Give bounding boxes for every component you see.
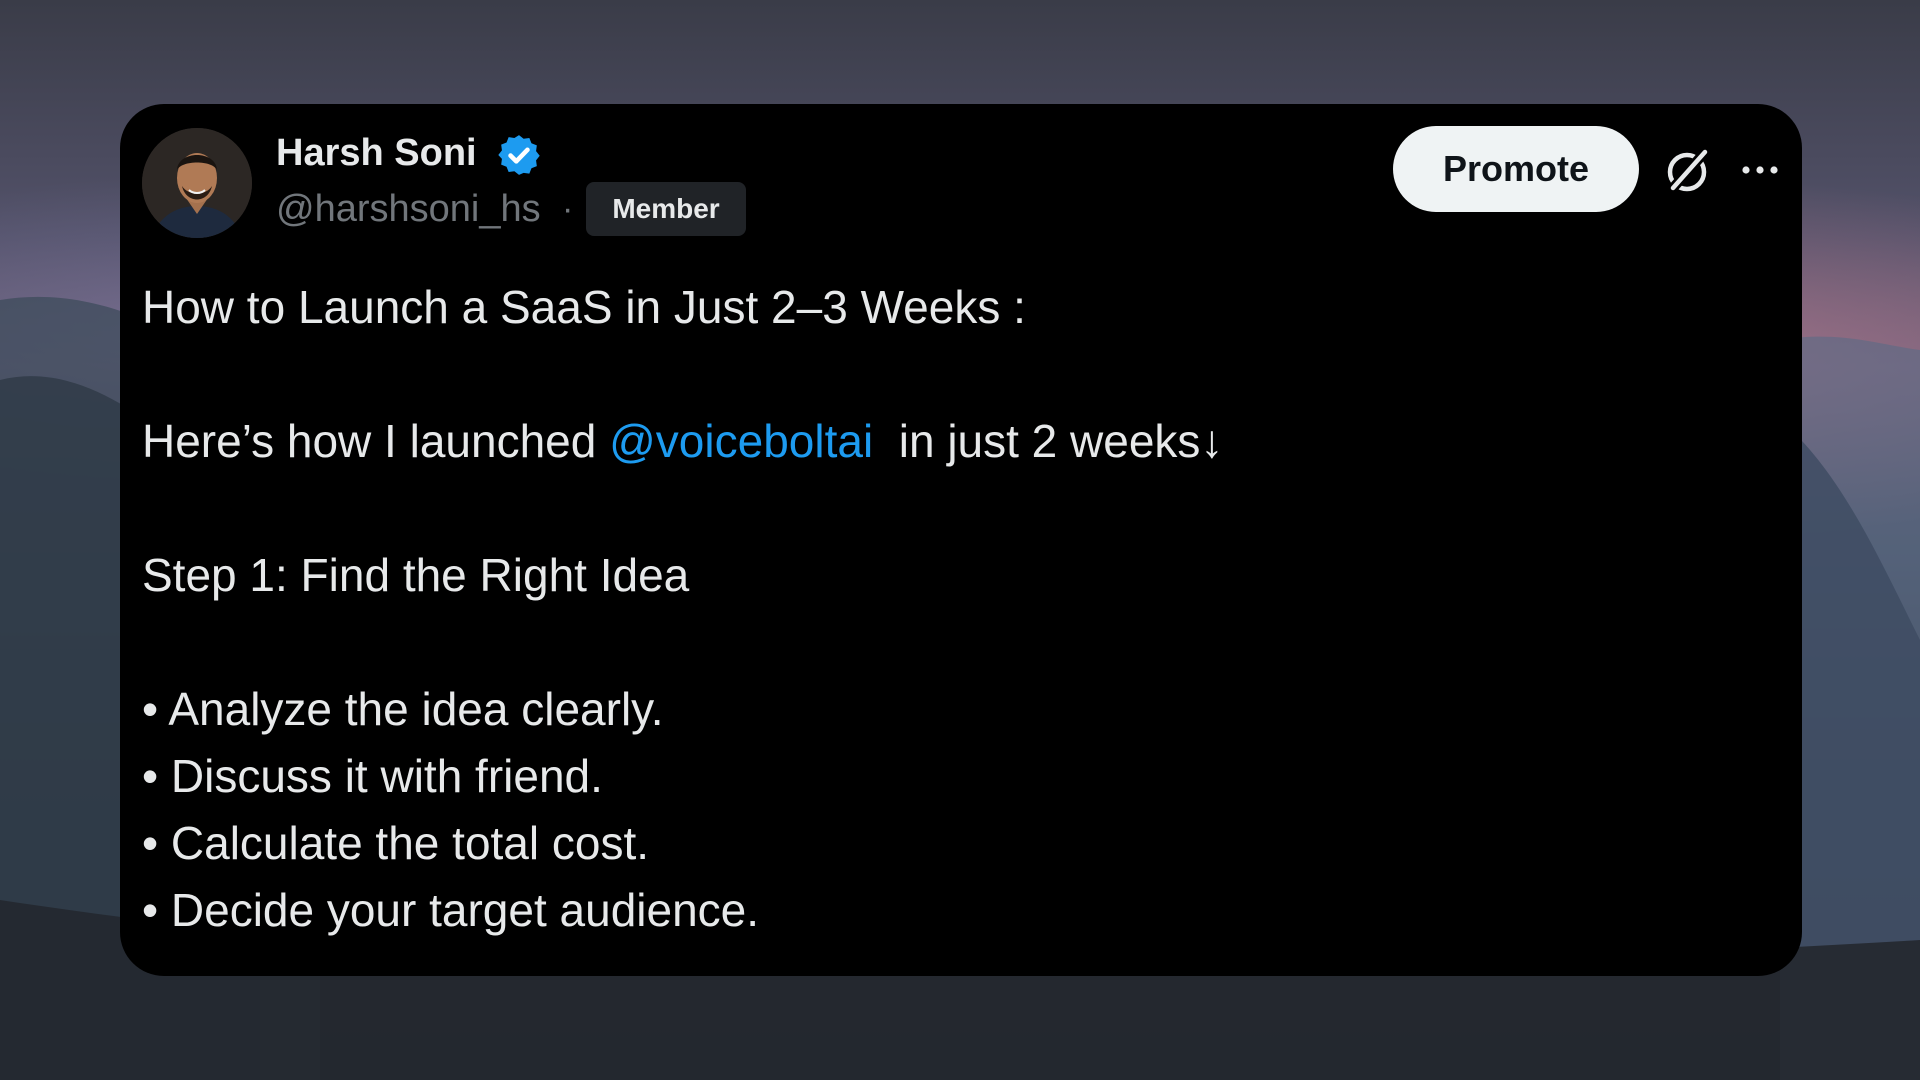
post-intro: Here’s how I launched @voiceboltai in ju… xyxy=(142,408,1762,475)
mention-link[interactable]: @voiceboltai xyxy=(609,415,873,467)
grok-icon[interactable] xyxy=(1660,142,1716,198)
bullet-item: • Analyze the idea clearly. xyxy=(142,683,664,735)
bullet-item: • Decide your target audience. xyxy=(142,884,760,936)
promote-button[interactable]: Promote xyxy=(1393,126,1639,212)
post-body: How to Launch a SaaS in Just 2–3 Weeks :… xyxy=(142,274,1762,944)
bullet-item: • Discuss it with friend. xyxy=(142,750,603,802)
more-icon[interactable] xyxy=(1732,144,1788,196)
verified-badge-icon xyxy=(498,135,540,175)
handle-separator: · xyxy=(562,190,574,228)
post-title: How to Launch a SaaS in Just 2–3 Weeks : xyxy=(142,281,1026,333)
author-handle[interactable]: @harshsoni_hs xyxy=(276,186,541,232)
member-badge: Member xyxy=(586,182,746,236)
intro-text-end: in just 2 weeks↓ xyxy=(873,415,1224,467)
step-heading: Step 1: Find the Right Idea xyxy=(142,549,690,601)
intro-text: Here’s how I launched xyxy=(142,415,610,467)
post-card: Harsh Soni @harshsoni_hs · Member Promot… xyxy=(120,104,1802,976)
author-name[interactable]: Harsh Soni xyxy=(276,130,477,176)
bullet-item: • Calculate the total cost. xyxy=(142,817,650,869)
avatar[interactable] xyxy=(142,128,252,238)
